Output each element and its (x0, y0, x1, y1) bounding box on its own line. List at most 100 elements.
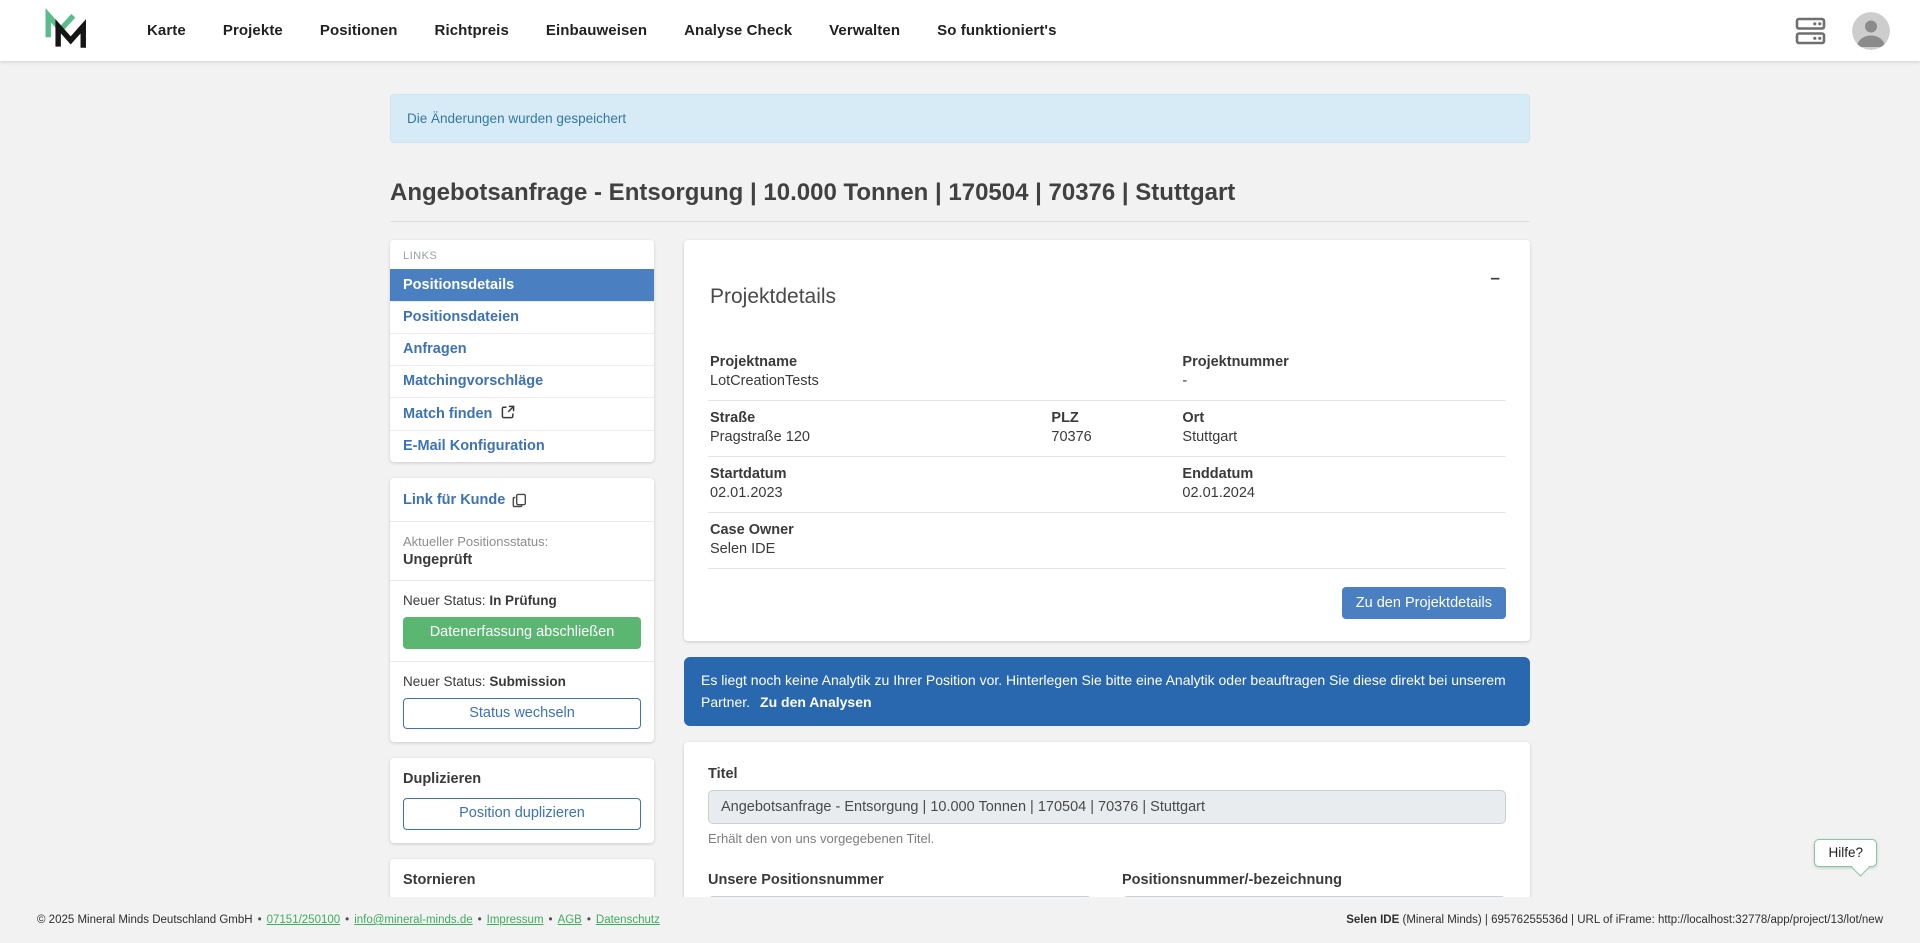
field-label: Projektnummer (1182, 354, 1504, 370)
divider (390, 521, 654, 522)
footer-separator: • (478, 914, 482, 926)
collapse-icon[interactable]: – (1487, 268, 1504, 288)
project-details-row: Projektname LotCreationTests Projektnumm… (708, 345, 1506, 401)
cancel-card: Stornieren Stornieren (390, 859, 654, 897)
links-card: LINKS Positionsdetails Positionsdateien … (390, 240, 654, 462)
nav-item-karte[interactable]: Karte (147, 22, 186, 39)
field-value: - (1182, 373, 1504, 389)
our-position-number-label: Unsere Positionsnummer (708, 872, 1092, 888)
sidebar: LINKS Positionsdetails Positionsdateien … (390, 240, 654, 897)
field-value: Stuttgart (1182, 429, 1504, 445)
sidebar-item-positionsdetails[interactable]: Positionsdetails (390, 269, 654, 301)
links-card-header: LINKS (390, 240, 654, 269)
footer-left: © 2025 Mineral Minds Deutschland GmbH • … (37, 914, 660, 926)
position-form-card: Titel Erhält den von uns vorgegebenen Ti… (684, 742, 1530, 897)
project-details-row: Startdatum 02.01.2023 Enddatum 02.01.202… (708, 457, 1506, 513)
footer-datenschutz-link[interactable]: Datenschutz (596, 914, 660, 926)
field-label: Enddatum (1182, 466, 1504, 482)
field-label: Straße (710, 410, 1051, 426)
project-details-row: Case Owner Selen IDE (708, 513, 1506, 569)
sidebar-item-email-konfiguration[interactable]: E-Mail Konfiguration (390, 430, 654, 462)
footer-impressum-link[interactable]: Impressum (487, 914, 544, 926)
main-nav: Karte Projekte Positionen Richtpreis Ein… (147, 22, 1057, 39)
nav-item-positionen[interactable]: Positionen (320, 22, 398, 39)
field-label: PLZ (1051, 410, 1182, 426)
sidebar-item-match-finden[interactable]: Match finden (390, 397, 654, 430)
project-details-row: Straße Pragstraße 120 PLZ 70376 Ort Stut… (708, 401, 1506, 457)
footer-separator: • (549, 914, 553, 926)
complete-data-entry-button[interactable]: Datenerfassung abschließen (403, 617, 641, 649)
new-status-line-1: Neuer Status: In Prüfung (403, 593, 641, 608)
footer: © 2025 Mineral Minds Deutschland GmbH • … (0, 897, 1920, 943)
customer-link-label: Link für Kunde (403, 492, 505, 508)
current-status-value: Ungeprüft (403, 552, 641, 568)
titel-label: Titel (708, 766, 1506, 782)
new-status-value: Submission (489, 674, 566, 689)
field-value: 70376 (1051, 429, 1182, 445)
new-status-prefix: Neuer Status: (403, 674, 486, 689)
duplicate-position-button[interactable]: Position duplizieren (403, 798, 641, 830)
footer-user-name: Selen IDE (1346, 914, 1399, 926)
nav-item-einbauweisen[interactable]: Einbauweisen (546, 22, 647, 39)
field-value: 02.01.2023 (710, 485, 1051, 501)
nav-item-verwalten[interactable]: Verwalten (829, 22, 900, 39)
field-value: Pragstraße 120 (710, 429, 1051, 445)
footer-agb-link[interactable]: AGB (558, 914, 582, 926)
duplicate-card-title: Duplizieren (403, 771, 641, 787)
footer-copyright: © 2025 Mineral Minds Deutschland GmbH (37, 914, 253, 926)
server-dns-icon[interactable] (1795, 16, 1826, 46)
project-details-card: Projektdetails – Projektname LotCreation… (684, 240, 1530, 641)
titel-help-text: Erhält den von uns vorgegebenen Titel. (708, 831, 1506, 846)
copy-icon (512, 493, 527, 508)
nav-item-projekte[interactable]: Projekte (223, 22, 283, 39)
top-navbar: Karte Projekte Positionen Richtpreis Ein… (0, 0, 1920, 61)
user-avatar-icon[interactable] (1852, 12, 1890, 50)
sidebar-item-label: Match finden (403, 406, 492, 422)
analytics-info-banner: Es liegt noch keine Analytik zu Ihrer Po… (684, 657, 1530, 726)
position-number-field: Positionsnummer/-bezeichnung Z.B. Intern… (1122, 872, 1506, 897)
footer-session-details: (Mineral Minds) | 69576255536d | URL of … (1402, 914, 1883, 926)
switch-status-button[interactable]: Status wechseln (403, 698, 641, 730)
sidebar-item-anfragen[interactable]: Anfragen (390, 333, 654, 365)
new-status-value: In Prüfung (489, 593, 557, 608)
navbar-right (1795, 12, 1890, 50)
our-position-number-field: Unsere Positionsnummer Erhält eine syste… (708, 872, 1092, 897)
field-label: Startdatum (710, 466, 1051, 482)
status-card: Link für Kunde Aktueller Positionsstatus… (390, 478, 654, 742)
nav-item-so-funktionierts[interactable]: So funktioniert's (937, 22, 1056, 39)
field-value: 02.01.2024 (1182, 485, 1504, 501)
mineral-minds-logo-icon (43, 8, 89, 54)
footer-email-link[interactable]: info@mineral-minds.de (354, 914, 472, 926)
field-label: Ort (1182, 410, 1504, 426)
footer-separator: • (345, 914, 349, 926)
divider (390, 580, 654, 581)
duplicate-card: Duplizieren Position duplizieren (390, 758, 654, 843)
footer-separator: • (587, 914, 591, 926)
external-link-icon (501, 405, 515, 419)
brand-logo[interactable] (43, 8, 89, 54)
cancel-card-title: Stornieren (403, 872, 641, 888)
main-content: Projektdetails – Projektname LotCreation… (684, 240, 1530, 897)
current-status-label: Aktueller Positionsstatus: (403, 534, 641, 549)
divider (390, 661, 654, 662)
field-value: LotCreationTests (710, 373, 1051, 389)
customer-link[interactable]: Link für Kunde (403, 492, 527, 508)
sidebar-item-matchingvorschlaege[interactable]: Matchingvorschläge (390, 365, 654, 397)
footer-separator: • (258, 914, 262, 926)
project-details-title: Projektdetails (710, 285, 836, 309)
titel-input (708, 790, 1506, 824)
app-viewport: Karte Projekte Positionen Richtpreis Ein… (0, 0, 1920, 897)
new-status-line-2: Neuer Status: Submission (403, 674, 641, 689)
field-label: Case Owner (710, 522, 1051, 538)
sidebar-item-positionsdateien[interactable]: Positionsdateien (390, 301, 654, 333)
field-value: Selen IDE (710, 541, 1051, 557)
nav-item-analyse-check[interactable]: Analyse Check (684, 22, 792, 39)
new-status-prefix: Neuer Status: (403, 593, 486, 608)
nav-item-richtpreis[interactable]: Richtpreis (435, 22, 509, 39)
footer-phone-link[interactable]: 07151/250100 (267, 914, 341, 926)
help-button[interactable]: Hilfe? (1814, 839, 1877, 867)
footer-session-info: Selen IDE (Mineral Minds) | 69576255536d… (1346, 914, 1883, 926)
go-to-project-details-button[interactable]: Zu den Projektdetails (1342, 587, 1506, 619)
go-to-analyses-link[interactable]: Zu den Analysen (760, 694, 872, 710)
field-label: Projektname (710, 354, 1051, 370)
